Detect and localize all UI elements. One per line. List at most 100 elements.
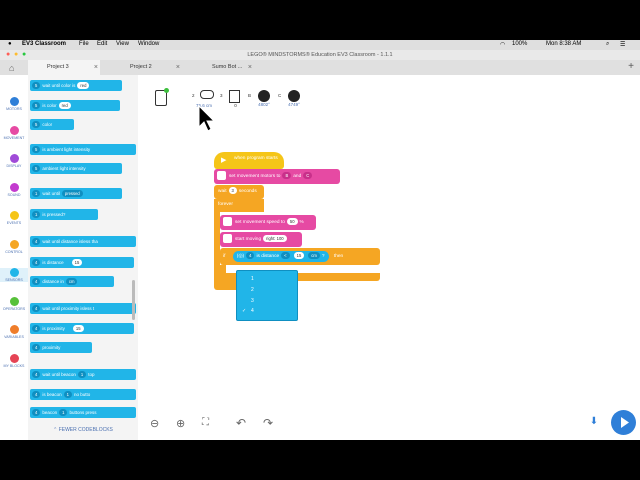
clock[interactable]: Mon 8:38 AM — [546, 41, 581, 47]
set-movement-motors-block[interactable]: set movement motors to Band C — [214, 169, 340, 184]
is-color-block[interactable]: 5 is color red — [30, 100, 120, 111]
category-sidebar: MOTORS MOVEMENT DISPLAY SOUND EVENTS CONTROL S… — [0, 75, 29, 440]
port-dropdown-menu: 1 2 3 4 ✓ — [236, 270, 298, 321]
wait-until-proximity-block[interactable]: 4 wait until proximity isless t — [30, 303, 136, 314]
block-palette: 5 wait until color is red 5 is color red 5 co… — [28, 75, 138, 440]
apple-icon[interactable]: ● — [8, 41, 12, 47]
movement-icon — [223, 234, 232, 244]
mouse-cursor-icon — [198, 105, 216, 132]
play-icon: ▶ — [221, 157, 227, 164]
wait-seconds-block[interactable]: wait 3 seconds — [214, 185, 264, 199]
menu-view[interactable]: View — [116, 41, 129, 47]
app-name[interactable]: EV3 Classroom — [22, 41, 66, 47]
category-motors[interactable]: MOTORS — [0, 97, 28, 111]
port-3-touch[interactable]: 3 0 — [220, 90, 242, 108]
zoom-window-icon[interactable]: ● — [22, 50, 26, 60]
color-block[interactable]: 5 color — [30, 119, 74, 130]
if-block-arm — [220, 265, 226, 273]
forever-block[interactable]: forever — [214, 199, 264, 212]
home-button[interactable]: ⌂ — [0, 60, 28, 75]
close-window-icon[interactable]: ● — [6, 50, 10, 60]
is-distance-condition[interactable]: (◎) 4 is distance <15 cm? — [232, 251, 329, 262]
fewer-codeblocks-button[interactable]: ⌃ FEWER CODEBLOCKS — [28, 424, 138, 440]
ev3-brick-icon[interactable] — [155, 88, 169, 106]
distance-in-block[interactable]: 4 distance in cm — [30, 276, 114, 287]
motor-icon — [258, 90, 270, 102]
connected-status-icon — [164, 88, 169, 93]
port-b-motor[interactable]: B 4802° — [248, 90, 272, 107]
dropdown-option-3[interactable]: 3 — [251, 298, 254, 304]
redo-icon[interactable]: ↷ — [263, 416, 273, 430]
wait-until-distance-block[interactable]: 4 wait until distance isless tha — [30, 236, 136, 247]
category-events[interactable]: EVENTS — [0, 211, 28, 225]
wait-until-color-block[interactable]: 5 wait until color is red — [30, 80, 122, 91]
category-variables[interactable]: VARIABLES — [0, 325, 28, 339]
is-pressed-block[interactable]: 1 is pressed? — [30, 209, 98, 220]
category-sensors[interactable]: SENSORS — [0, 268, 28, 282]
movement-icon — [217, 171, 226, 181]
category-display[interactable]: DISPLAY — [0, 154, 28, 168]
window-title: ● ● ● LEGO® MINDSTORMS® Education EV3 Cl… — [0, 50, 640, 60]
dropdown-option-2[interactable]: 2 — [251, 287, 254, 293]
is-proximity-block[interactable]: 4 is proximity 15 — [30, 323, 134, 334]
if-then-block[interactable]: if (◎) 4 is distance <15 cm? then — [220, 248, 380, 265]
spotlight-icon[interactable]: ⌕ — [606, 41, 609, 48]
battery-percent[interactable]: 100% — [512, 41, 527, 47]
zoom-in-icon[interactable]: ⊕ — [176, 417, 185, 430]
dropdown-option-1[interactable]: 1 — [251, 276, 254, 282]
category-sound[interactable]: SOUND — [0, 182, 28, 197]
tab-bar: ⌂ Project 3 × Project 2 × Sumo Bot ... ×… — [0, 60, 640, 76]
close-tab-icon[interactable]: × — [248, 60, 252, 75]
category-my-blocks[interactable]: MY BLOCKS — [0, 353, 28, 368]
ambient-light-block[interactable]: 5 ambient light intensity — [30, 163, 122, 174]
category-dot-icon — [9, 97, 19, 106]
start-moving-block[interactable]: start moving right: 100 — [220, 232, 302, 247]
checkmark-icon: ✓ — [242, 308, 247, 314]
set-movement-speed-block[interactable]: set movement speed to 50% — [220, 215, 316, 230]
tab-project-2[interactable]: Project 2 × — [100, 60, 182, 75]
touch-sensor-icon — [229, 90, 240, 103]
category-control[interactable]: CONTROL — [0, 239, 28, 254]
run-program-button[interactable] — [611, 410, 636, 435]
window-title-text: LEGO® MINDSTORMS® Education EV3 Classroo… — [247, 52, 393, 58]
fit-screen-icon[interactable]: ⛶ — [202, 417, 209, 428]
menu-bar: ● EV3 Classroom File Edit View Window ◠ … — [0, 40, 640, 50]
minimize-window-icon[interactable]: ● — [14, 50, 18, 60]
menu-edit[interactable]: Edit — [97, 41, 107, 47]
undo-icon[interactable]: ↶ — [236, 416, 246, 430]
wait-until-beacon-block[interactable]: 4 wait until beacon 1 top — [30, 369, 136, 380]
port-c-motor[interactable]: C 4749° — [278, 90, 302, 107]
close-tab-icon[interactable]: × — [94, 60, 98, 75]
category-dot-icon — [9, 125, 19, 135]
home-icon: ⌂ — [9, 63, 15, 73]
close-tab-icon[interactable]: × — [176, 60, 180, 75]
wait-until-pressed-block[interactable]: 1 wait until pressed — [30, 188, 122, 199]
beacon-buttons-block[interactable]: 4 beacon 1 buttons press — [30, 407, 136, 418]
ultrasonic-sensor-icon — [200, 90, 214, 99]
is-distance-block[interactable]: 4 is distance 15 — [30, 257, 134, 268]
movement-icon — [223, 217, 232, 227]
category-dot-icon — [9, 211, 19, 220]
tab-sumo-bot[interactable]: Sumo Bot ... × — [182, 60, 254, 75]
play-icon — [621, 417, 629, 428]
category-dot-icon — [9, 239, 19, 249]
is-beacon-block[interactable]: 4 is beacon 1 no butto — [30, 389, 136, 400]
category-movement[interactable]: MOVEMENT — [0, 125, 28, 140]
is-ambient-light-block[interactable]: 5 is ambient light intensity — [30, 144, 136, 155]
category-operators[interactable]: OPERATORS — [0, 296, 28, 311]
menu-file[interactable]: File — [79, 41, 89, 47]
new-tab-button[interactable]: + — [628, 61, 634, 72]
menu-list-icon[interactable]: ☰ — [620, 41, 625, 48]
wifi-icon[interactable]: ◠ — [500, 41, 505, 48]
menu-window[interactable]: Window — [138, 41, 159, 47]
category-dot-icon — [9, 325, 19, 334]
ultrasonic-icon: (◎) — [236, 254, 245, 259]
category-dot-icon — [9, 154, 19, 163]
dropdown-option-4[interactable]: 4 — [251, 308, 254, 314]
when-program-starts-block[interactable]: ▶ when program starts — [214, 152, 284, 169]
zoom-out-icon[interactable]: ⊖ — [150, 417, 159, 430]
tab-project-3[interactable]: Project 3 × — [28, 60, 100, 75]
download-icon[interactable]: ⬇ — [586, 414, 602, 430]
palette-scrollbar[interactable] — [132, 280, 135, 320]
proximity-block[interactable]: 4 proximity — [30, 342, 92, 353]
